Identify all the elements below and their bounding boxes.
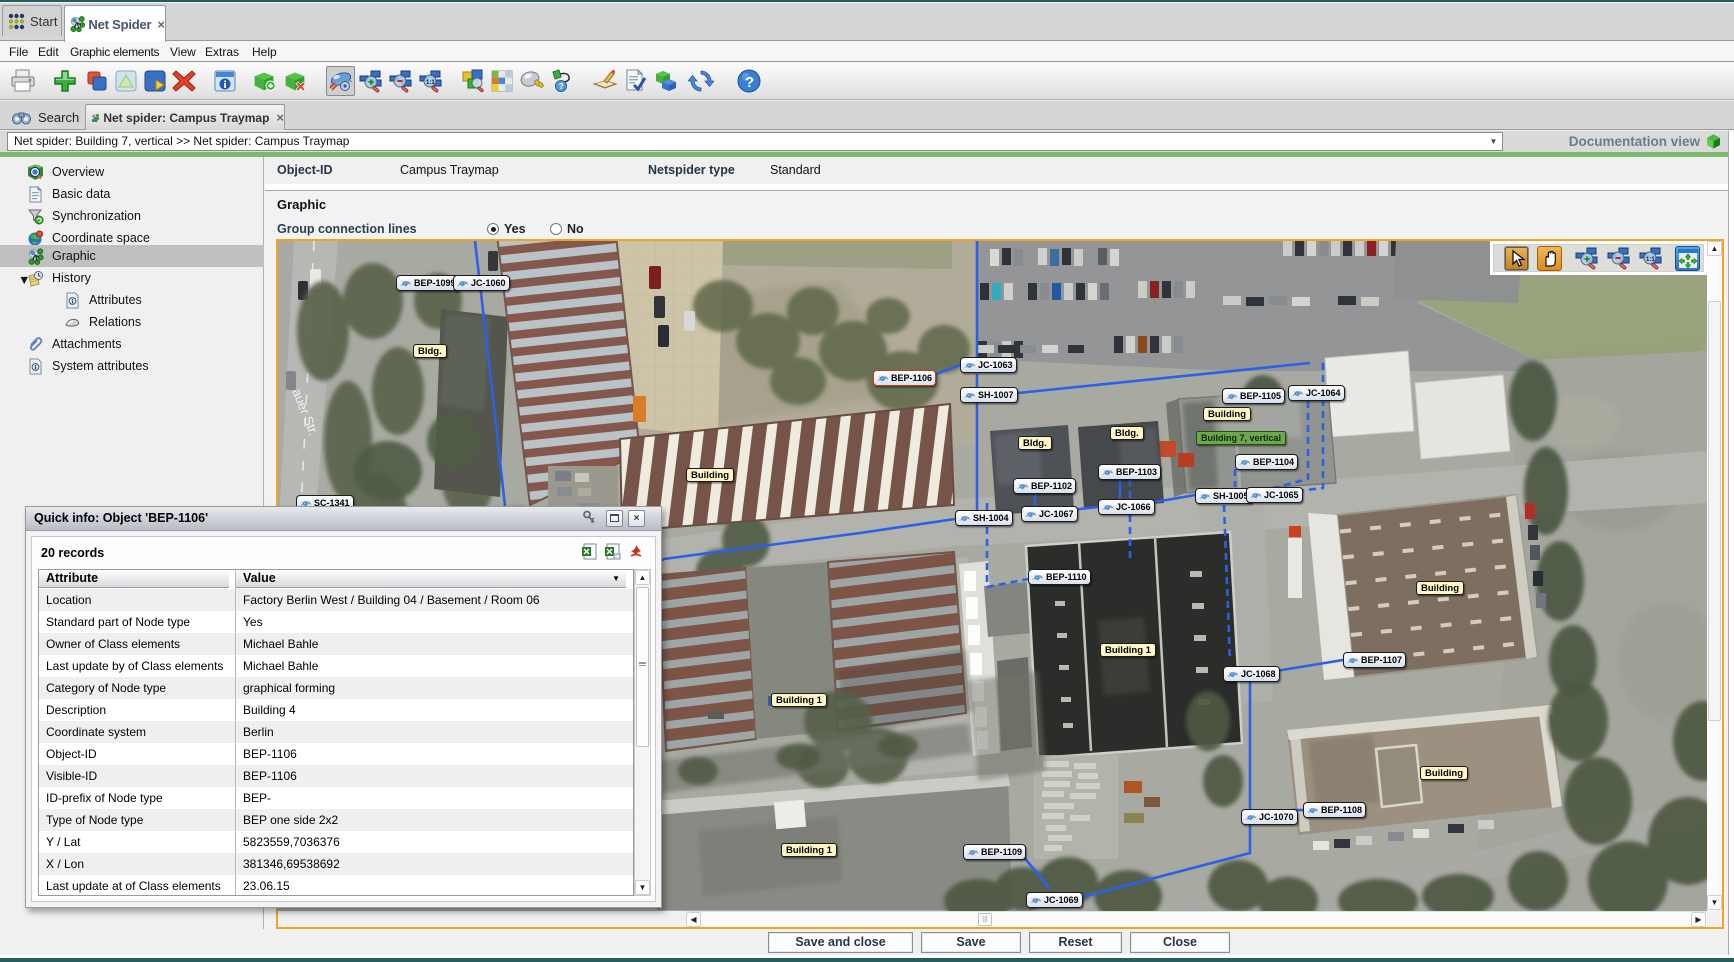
svg-text:1:1: 1:1 [1646, 257, 1655, 263]
svg-text:1:1: 1:1 [426, 80, 435, 86]
svg-text:?: ? [745, 74, 754, 91]
svg-text:?: ? [559, 82, 564, 91]
